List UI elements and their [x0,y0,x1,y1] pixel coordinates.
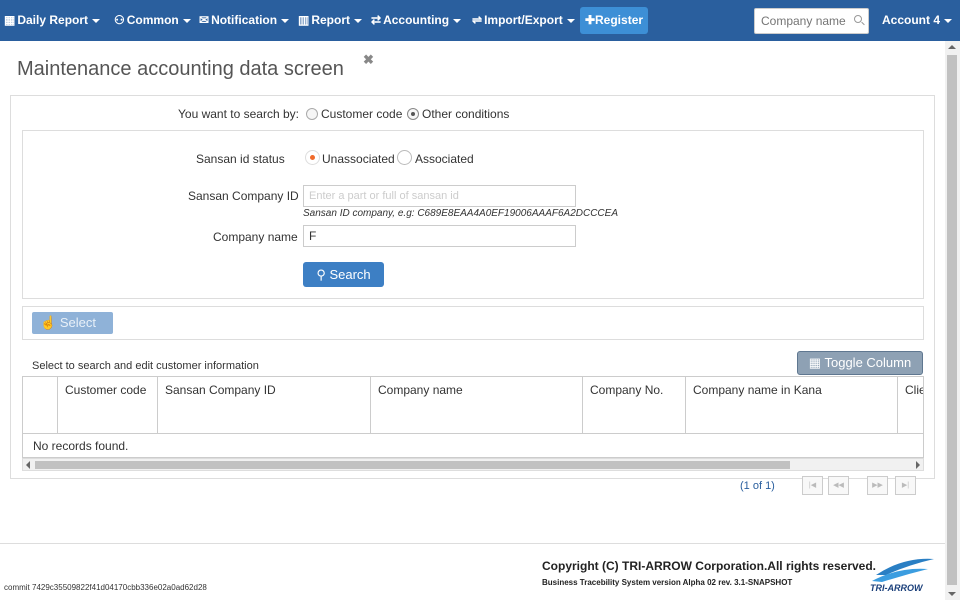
calendar-icon: ▦ [4,13,16,27]
table-header-company-no[interactable]: Company No. [583,377,686,433]
radio-other-conditions[interactable] [407,108,419,120]
search-icon: ⚲ [316,267,326,282]
sansan-id-hint: Sansan ID company, e.g: C689E8EAA4A0EF19… [303,208,618,219]
top-navbar: ▦ Daily Report ⚇ Common ✉ Notification ▥ Rep… [0,0,960,41]
nav-accounting-label: Accounting [383,13,450,27]
chevron-down-icon [281,18,290,23]
empty-message: No records found. [22,434,924,458]
horizontal-scrollbar[interactable] [22,458,924,471]
vertical-scrollbar[interactable] [945,41,960,600]
nav-daily-report[interactable]: ▦ Daily Report [4,0,101,41]
transfer-icon: ⇌ [472,13,483,27]
commit-hash: commit 7429c35509822f41d04170cbb336e02a0… [4,583,207,592]
table-header-checkbox[interactable] [23,377,58,433]
last-page-button[interactable]: ▶| [895,476,916,495]
nav-common-label: Common [126,13,179,27]
table-header-sansan-company-id[interactable]: Sansan Company ID [158,377,371,433]
chevron-down-icon [566,18,575,23]
copyright-text: Copyright (C) TRI-ARROW Corporation.All … [542,559,877,573]
company-name-label: Company name [213,230,298,244]
plus-icon: ✚ [584,13,596,27]
account-menu[interactable]: Account 4 [882,0,953,41]
select-toolbar [22,306,924,340]
radio-other-conditions-label[interactable]: Other conditions [422,107,509,121]
results-table: Customer code Sansan Company ID Company … [22,376,924,434]
radio-unassociated-label[interactable]: Unassociated [322,152,395,166]
search-icon[interactable] [854,15,862,23]
company-search-box[interactable] [754,8,869,34]
nav-common[interactable]: ⚇ Common [114,0,191,41]
users-icon: ⚇ [114,13,125,27]
close-icon[interactable]: ✖ [363,52,374,68]
exchange-icon: ⇄ [371,13,382,27]
scroll-down-icon[interactable] [948,592,956,596]
results-subtitle: Select to search and edit customer infor… [32,360,259,372]
pager-status: (1 of 1) [740,480,775,492]
nav-import-export[interactable]: ⇌ Import/Export [472,0,575,41]
horizontal-scroll-thumb[interactable] [35,461,790,469]
columns-icon: ▦ [808,355,822,370]
table-header-company-name[interactable]: Company name [371,377,583,433]
envelope-icon: ✉ [199,13,210,27]
register-button[interactable]: ✚Register [580,7,648,34]
footer-divider [0,543,945,544]
nav-import-export-label: Import/Export [484,13,563,27]
chevron-down-icon [182,18,191,23]
company-search-input[interactable] [761,9,849,33]
select-button-label: Select [59,315,96,330]
company-name-input[interactable]: F [303,225,576,247]
scroll-up-icon[interactable] [948,45,956,49]
radio-unassociated[interactable] [305,150,320,165]
prev-page-button[interactable]: ◀◀ [828,476,849,495]
radio-associated-label[interactable]: Associated [415,152,474,166]
sansan-company-id-label: Sansan Company ID [188,189,299,203]
vertical-scroll-thumb[interactable] [947,55,957,585]
chevron-down-icon [354,18,363,23]
next-page-button[interactable]: ▶▶ [867,476,888,495]
table-header-client[interactable]: Clie [898,377,923,433]
sansan-status-label: Sansan id status [196,152,285,166]
nav-report-label: Report [311,13,351,27]
toggle-column-label: Toggle Column [824,355,912,370]
page-title: Maintenance accounting data screen [17,58,344,80]
nav-notification-label: Notification [211,13,278,27]
scroll-left-icon[interactable] [26,461,30,469]
scroll-right-icon[interactable] [916,461,920,469]
select-button[interactable]: ☝ Select [32,312,113,334]
chevron-down-icon [453,18,462,23]
nav-notification[interactable]: ✉ Notification [199,0,290,41]
bar-chart-icon: ▥ [298,13,310,27]
nav-daily-report-label: Daily Report [17,13,89,27]
radio-associated[interactable] [397,150,412,165]
nav-accounting[interactable]: ⇄ Accounting [371,0,462,41]
chevron-down-icon [944,18,953,23]
toggle-column-button[interactable]: ▦ Toggle Column [797,351,923,375]
table-header-company-name-kana[interactable]: Company name in Kana [686,377,898,433]
account-menu-label: Account 4 [882,13,941,27]
search-button-label: Search [329,267,371,282]
search-button[interactable]: ⚲ Search [303,262,384,287]
chevron-down-icon [92,18,101,23]
radio-customer-code-label[interactable]: Customer code [321,107,402,121]
nav-report[interactable]: ▥ Report [298,0,363,41]
radio-customer-code[interactable] [306,108,318,120]
version-text: Business Tracebility System version Alph… [542,578,793,587]
register-button-label: Register [595,13,644,27]
first-page-button[interactable]: |◀ [802,476,823,495]
sansan-company-id-input[interactable]: Enter a part or full of sansan id [303,185,576,207]
search-by-label: You want to search by: [178,107,299,121]
logo-text: TRI-ARROW [870,583,923,593]
hand-pointer-icon: ☝ [40,315,57,330]
table-header-customer-code[interactable]: Customer code [58,377,158,433]
